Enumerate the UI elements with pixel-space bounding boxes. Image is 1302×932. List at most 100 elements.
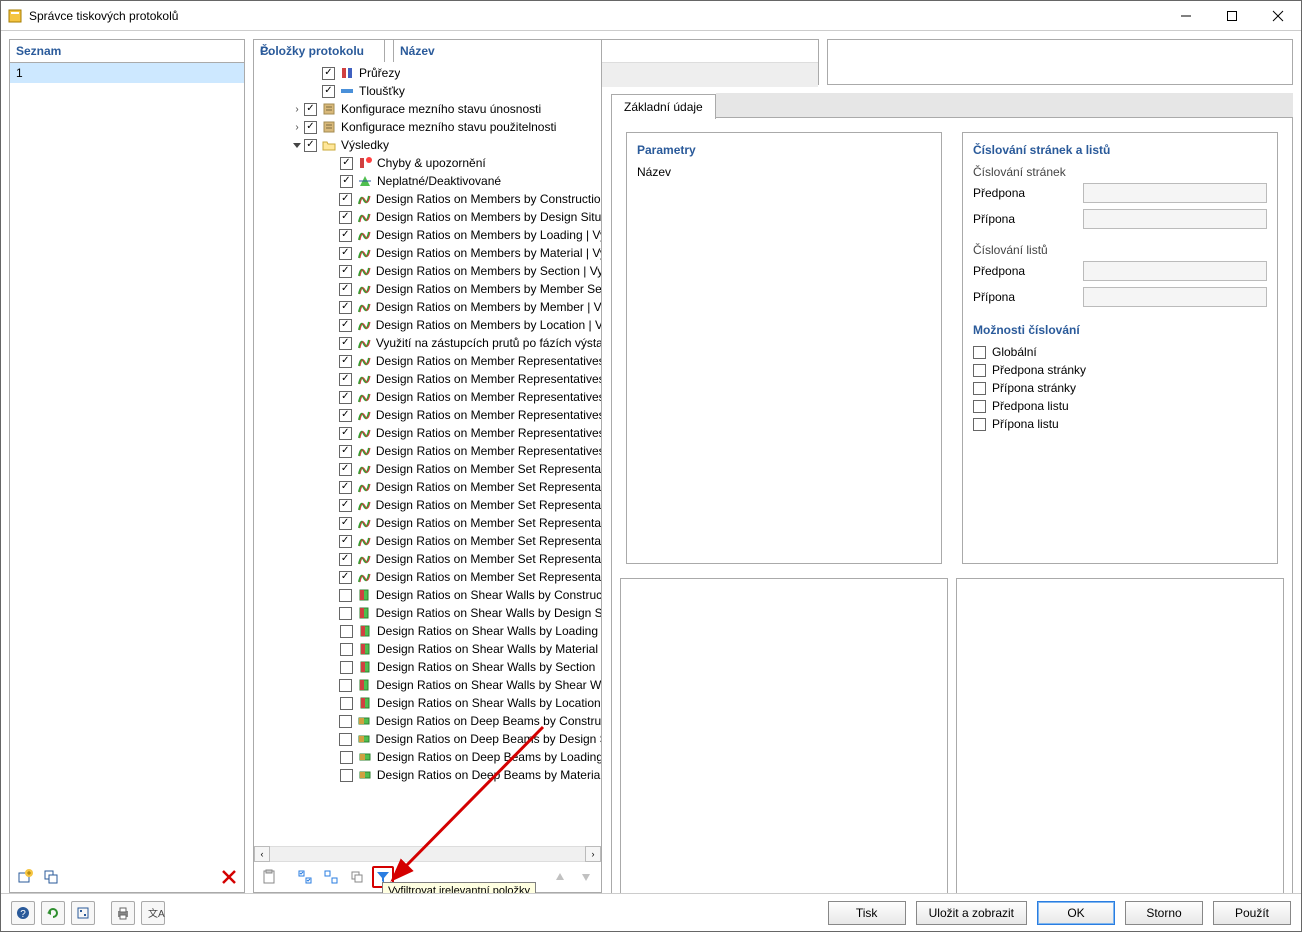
tree-checkbox[interactable] — [339, 733, 352, 746]
tree-item[interactable]: Design Ratios on Shear Walls by Location — [254, 694, 601, 712]
tree-checkbox[interactable] — [339, 247, 352, 260]
tree-item[interactable]: Design Ratios on Members by Loading | Vy… — [254, 226, 601, 244]
tree-checkbox[interactable] — [339, 229, 352, 242]
tree-item[interactable]: Design Ratios on Member Representatives … — [254, 442, 601, 460]
tree-item[interactable]: Design Ratios on Shear Walls by Loading — [254, 622, 601, 640]
pages-prefix-input[interactable] — [1083, 183, 1267, 203]
tree-item[interactable]: Design Ratios on Members by Member | Vyu… — [254, 298, 601, 316]
tree-checkbox[interactable] — [339, 481, 352, 494]
new-item-button[interactable] — [14, 866, 36, 888]
tree-checkbox[interactable] — [339, 391, 352, 404]
tab-basic-data[interactable]: Základní údaje — [611, 94, 716, 119]
tree-checkbox[interactable] — [340, 175, 353, 188]
tree-checkbox[interactable] — [339, 517, 352, 530]
tree-checkbox[interactable] — [340, 769, 353, 782]
scroll-left-button[interactable]: ‹ — [254, 846, 270, 862]
list-row[interactable]: 1 — [10, 63, 244, 83]
horizontal-scrollbar[interactable]: ‹ › — [254, 846, 601, 862]
tree-item[interactable]: Design Ratios on Shear Walls by Section — [254, 658, 601, 676]
tree-item[interactable]: Neplatné/Deaktivované — [254, 172, 601, 190]
tree-item[interactable]: Využití na zástupcích prutů po fázích vý… — [254, 334, 601, 352]
move-up-button[interactable] — [549, 866, 571, 888]
tree-item[interactable]: Design Ratios on Member Set Representati… — [254, 568, 601, 586]
tree-checkbox[interactable] — [339, 193, 352, 206]
tree-checkbox[interactable] — [339, 355, 352, 368]
copy-item-button[interactable] — [40, 866, 62, 888]
checkbox[interactable] — [973, 364, 986, 377]
list-body[interactable]: 1 — [10, 63, 244, 862]
tree-checkbox[interactable] — [339, 445, 352, 458]
tree-checkbox[interactable] — [339, 463, 352, 476]
tree-checkbox[interactable] — [339, 283, 352, 296]
numbering-option[interactable]: Předpona stránky — [973, 363, 1267, 377]
tree-item[interactable]: Výsledky — [254, 136, 601, 154]
tree-checkbox[interactable] — [304, 139, 317, 152]
print-button-icon[interactable] — [111, 901, 135, 925]
tree-checkbox[interactable] — [322, 85, 335, 98]
tree-item[interactable]: Design Ratios on Members by Construction… — [254, 190, 601, 208]
tree-checkbox[interactable] — [339, 301, 352, 314]
print-button[interactable]: Tisk — [828, 901, 906, 925]
tree-item[interactable]: Průřezy — [254, 64, 601, 82]
tree-item[interactable]: Design Ratios on Shear Walls by Material — [254, 640, 601, 658]
numbering-option[interactable]: Přípona stránky — [973, 381, 1267, 395]
cancel-button[interactable]: Storno — [1125, 901, 1203, 925]
tree-item[interactable]: Design Ratios on Member Set Representati… — [254, 532, 601, 550]
tree-checkbox[interactable] — [340, 697, 353, 710]
tree-checkbox[interactable] — [340, 643, 353, 656]
tree-item[interactable]: Design Ratios on Members by Member Set |… — [254, 280, 601, 298]
tree-expander[interactable] — [290, 141, 304, 149]
tree-item[interactable]: Design Ratios on Member Set Representati… — [254, 460, 601, 478]
tree-item[interactable]: Design Ratios on Deep Beams by Loading — [254, 748, 601, 766]
tree-item[interactable]: Design Ratios on Members by Section | Vy… — [254, 262, 601, 280]
tree-item[interactable]: Design Ratios on Members by Location | V… — [254, 316, 601, 334]
tree-checkbox[interactable] — [339, 427, 352, 440]
tree-checkbox[interactable] — [340, 751, 353, 764]
tree-checkbox[interactable] — [339, 679, 352, 692]
param-name-input[interactable] — [637, 185, 931, 207]
tree-checkbox[interactable] — [340, 661, 353, 674]
checkbox[interactable] — [973, 382, 986, 395]
delete-item-button[interactable] — [218, 866, 240, 888]
tree-item[interactable]: Design Ratios on Members by Design Situa… — [254, 208, 601, 226]
tree-checkbox[interactable] — [340, 157, 353, 170]
tree-item[interactable]: Design Ratios on Member Set Representati… — [254, 496, 601, 514]
tree-item[interactable]: Design Ratios on Member Representatives … — [254, 406, 601, 424]
tree-expander[interactable]: › — [290, 104, 304, 115]
tree-item[interactable]: Design Ratios on Member Representatives … — [254, 388, 601, 406]
tree-item[interactable]: Design Ratios on Shear Walls by Construc… — [254, 586, 601, 604]
numbering-option[interactable]: Předpona listu — [973, 399, 1267, 413]
minimize-button[interactable] — [1163, 1, 1209, 30]
scroll-track[interactable] — [270, 846, 585, 862]
tree-item[interactable]: ›Konfigurace mezního stavu únosnosti — [254, 100, 601, 118]
copy-tree-button[interactable] — [346, 866, 368, 888]
tree-checkbox[interactable] — [339, 571, 352, 584]
tree-checkbox[interactable] — [339, 337, 352, 350]
tree-item[interactable]: Design Ratios on Member Representatives … — [254, 370, 601, 388]
check-all-button[interactable] — [294, 866, 316, 888]
apply-button[interactable]: Použít — [1213, 901, 1291, 925]
tree-item[interactable]: Design Ratios on Shear Walls by Shear Wa… — [254, 676, 601, 694]
move-down-button[interactable] — [575, 866, 597, 888]
tree-checkbox[interactable] — [322, 67, 335, 80]
tree-checkbox[interactable] — [339, 535, 352, 548]
sheets-prefix-input[interactable] — [1083, 261, 1267, 281]
scroll-right-button[interactable]: › — [585, 846, 601, 862]
tree-checkbox[interactable] — [339, 499, 352, 512]
save-and-show-button[interactable]: Uložit a zobrazit — [916, 901, 1027, 925]
settings-button[interactable] — [71, 901, 95, 925]
checkbox[interactable] — [973, 400, 986, 413]
checkbox[interactable] — [973, 346, 986, 359]
maximize-button[interactable] — [1209, 1, 1255, 30]
paste-button[interactable] — [258, 866, 280, 888]
tree-item[interactable]: Design Ratios on Deep Beams by Construct… — [254, 712, 601, 730]
tree-checkbox[interactable] — [339, 211, 352, 224]
numbering-option[interactable]: Globální — [973, 345, 1267, 359]
tree-item[interactable]: Design Ratios on Member Set Representati… — [254, 514, 601, 532]
tree[interactable]: PrůřezyTloušťky›Konfigurace mezního stav… — [254, 62, 601, 846]
tree-expander[interactable]: › — [290, 122, 304, 133]
tree-checkbox[interactable] — [339, 265, 352, 278]
tree-checkbox[interactable] — [339, 373, 352, 386]
reload-button[interactable] — [41, 901, 65, 925]
tree-item[interactable]: Design Ratios on Member Set Representati… — [254, 550, 601, 568]
